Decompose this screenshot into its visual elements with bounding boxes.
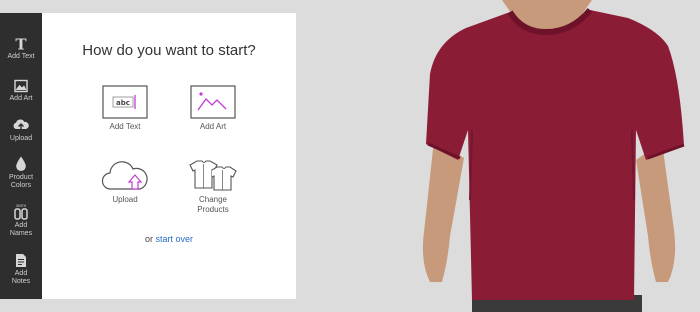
tool-label: Add Text [7, 53, 35, 60]
drop-icon [16, 156, 26, 171]
start-over-line: or start over [42, 234, 296, 244]
upload-cloud-illustration-icon [101, 161, 148, 190]
tool-label: Add Notes [11, 270, 31, 285]
tool-sidebar: T Add Text Add Art Upload Product Colors… [0, 13, 42, 299]
text-icon: T [15, 37, 27, 51]
start-over-prefix: or [144, 234, 153, 244]
option-upload[interactable]: Upload [85, 158, 165, 205]
tool-label: Upload [9, 135, 33, 142]
names-icon: SMITH [14, 204, 28, 220]
tool-upload[interactable]: Upload [0, 118, 42, 143]
option-label: Add Text [109, 122, 141, 131]
notes-icon [16, 254, 26, 267]
option-add-art[interactable]: Add Art [173, 85, 253, 132]
tool-add-text[interactable]: T Add Text [0, 37, 42, 61]
add-text-illustration-icon: abc [102, 85, 148, 119]
tool-add-notes[interactable]: Add Notes [0, 253, 42, 286]
option-change-products[interactable]: Change Products [173, 158, 253, 215]
tool-add-names[interactable]: SMITH Add Names [0, 203, 42, 238]
option-add-text[interactable]: abc Add Text [85, 85, 165, 132]
add-text-sample: abc [116, 99, 130, 107]
tool-product-colors[interactable]: Product Colors [0, 156, 42, 190]
svg-text:T: T [15, 37, 27, 51]
svg-text:SMITH: SMITH [16, 204, 27, 208]
t-shirt-model-image [296, 0, 700, 312]
add-art-illustration-icon [190, 85, 236, 119]
image-icon [14, 79, 28, 93]
start-panel: How do you want to start? abc Add Text A… [42, 13, 296, 299]
option-label: Change Products [197, 195, 229, 214]
panel-heading: How do you want to start? [82, 42, 256, 59]
tool-label: Add Names [9, 222, 33, 237]
change-products-icon [189, 160, 237, 191]
tool-label: Add Art [9, 95, 33, 102]
product-preview [296, 0, 700, 312]
tool-label: Product Colors [8, 174, 34, 189]
option-label: Upload [112, 195, 138, 204]
upload-cloud-icon [13, 119, 29, 133]
start-over-link[interactable]: start over [156, 234, 194, 244]
tool-add-art[interactable]: Add Art [0, 79, 42, 103]
option-label: Add Art [199, 122, 227, 131]
